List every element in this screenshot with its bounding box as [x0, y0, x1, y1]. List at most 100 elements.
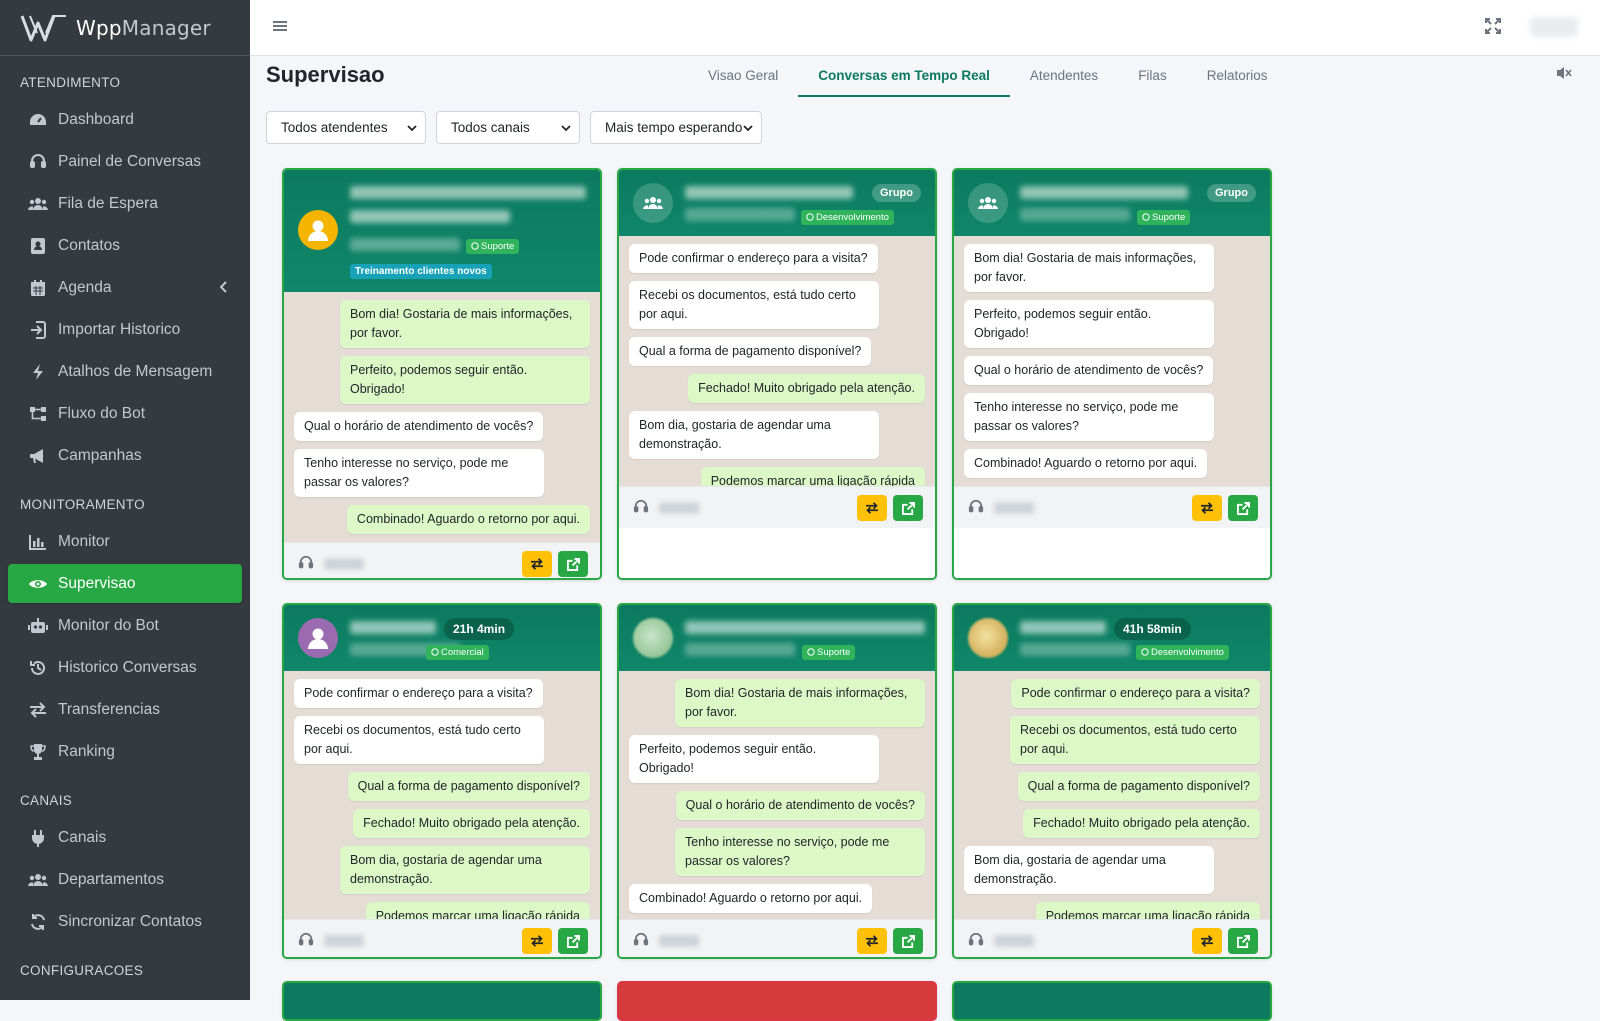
headset-icon — [298, 932, 314, 953]
tab-filas[interactable]: Filas — [1118, 60, 1187, 97]
eye-icon — [28, 574, 48, 594]
history-icon — [28, 658, 48, 678]
tab-conversas-em-tempo-real[interactable]: Conversas em Tempo Real — [798, 60, 1010, 97]
incoming-message: Recebi os documentos, está tudo certo po… — [629, 281, 879, 329]
sidebar-item-monitor-do-bot[interactable]: Monitor do Bot — [8, 606, 242, 645]
agent-filter-select[interactable]: Todos atendentes — [266, 111, 426, 144]
transfer-button[interactable] — [1192, 928, 1222, 954]
sidebar-item-sincronizar-contatos[interactable]: Sincronizar Contatos — [8, 902, 242, 941]
conversation-card[interactable]: 41h 58min Desenvolvimento Pode confirmar o… — [952, 603, 1272, 959]
sidebar-item-agenda[interactable]: Agenda — [8, 268, 242, 307]
outgoing-message: Podemos marcar uma ligação rápida — [365, 902, 590, 919]
sidebar-item-dashboard[interactable]: Dashboard — [8, 100, 242, 139]
flow-icon — [28, 404, 48, 424]
conversation-card[interactable]: Suporte Bom dia! Gostaria de mais informa… — [617, 603, 937, 959]
sidebar-item-historico-conversas[interactable]: Historico Conversas — [8, 648, 242, 687]
department-badge: Suporte — [466, 239, 520, 254]
transfer-button[interactable] — [857, 495, 887, 521]
brand[interactable]: WppManager — [0, 0, 250, 56]
exchange-icon — [866, 502, 878, 514]
incoming-message: Qual o horário de atendimento de vocês? — [964, 356, 1214, 385]
open-conversation-button[interactable] — [1228, 928, 1258, 954]
sidebar-item-label: Painel de Conversas — [58, 152, 202, 170]
fullscreen-icon[interactable] — [1485, 18, 1501, 39]
department-label: Suporte — [481, 241, 515, 252]
outgoing-message: Bom dia, gostaria de agendar uma demonst… — [340, 846, 590, 894]
sidebar-item-monitor[interactable]: Monitor — [8, 522, 242, 561]
tab-visao-geral[interactable]: Visao Geral — [688, 60, 798, 97]
incoming-message: Pode confirmar o endereço para a visita? — [629, 244, 878, 273]
contact-name-blurred — [350, 621, 436, 634]
sort-value: Mais tempo esperando — [605, 120, 743, 135]
megaphone-icon — [28, 446, 48, 466]
exchange-icon — [1201, 935, 1213, 947]
outgoing-message: Podemos marcar uma ligação rápida — [1035, 902, 1260, 919]
conversation-card[interactable] — [282, 981, 602, 1021]
conversation-card[interactable]: Suporte Treinamento clientes novos Bom dia… — [282, 168, 602, 580]
calendar-icon — [28, 278, 48, 298]
sidebar-item-ranking[interactable]: Ranking — [8, 732, 242, 771]
chat-messages: Bom dia! Gostaria de mais informações, p… — [619, 671, 935, 919]
channel-filter-select[interactable]: Todos canais — [436, 111, 580, 144]
outgoing-message: Podemos marcar uma ligação rápida — [700, 467, 925, 486]
whatsapp-icon — [471, 242, 479, 250]
department-label: Suporte — [1152, 212, 1186, 223]
conversation-card[interactable] — [952, 981, 1272, 1021]
sidebar-item-contatos[interactable]: Contatos — [8, 226, 242, 265]
agent-name-blurred — [994, 502, 1034, 514]
transfer-button[interactable] — [522, 551, 552, 577]
outgoing-message: Qual a forma de pagamento disponível? — [1017, 772, 1260, 801]
import-icon — [28, 320, 48, 340]
conversation-card[interactable] — [617, 981, 937, 1021]
sidebar-item-canais[interactable]: Canais — [8, 818, 242, 857]
open-conversation-button[interactable] — [558, 928, 588, 954]
contact-phone-blurred — [685, 208, 795, 221]
sidebar-item-transferencias[interactable]: Transferencias — [8, 690, 242, 729]
sidebar-item-fila-de-espera[interactable]: Fila de Espera — [8, 184, 242, 223]
sort-select[interactable]: Mais tempo esperando — [590, 111, 762, 144]
open-conversation-button[interactable] — [1228, 495, 1258, 521]
conversation-card[interactable]: Grupo Desenvolvimento Pode confirmar o end… — [617, 168, 937, 580]
open-conversation-button[interactable] — [893, 928, 923, 954]
exchange-icon — [866, 935, 878, 947]
tab-atendentes[interactable]: Atendentes — [1010, 60, 1118, 97]
menu-toggle-icon[interactable] — [272, 18, 288, 39]
contact-name-blurred — [1020, 621, 1106, 634]
user-menu[interactable] — [1530, 17, 1578, 37]
whatsapp-icon — [806, 213, 814, 221]
sidebar-item-fluxo-do-bot[interactable]: Fluxo do Bot — [8, 394, 242, 433]
sidebar-item-importar-historico[interactable]: Importar Historico — [8, 310, 242, 349]
wait-time-badge: 21h 4min — [444, 618, 515, 640]
sidebar-item-label: Dashboard — [58, 110, 134, 128]
outgoing-message: Perfeito, podemos seguir então. Obrigado… — [340, 356, 590, 404]
card-header: Grupo Desenvolvimento — [619, 170, 935, 236]
sidebar-item-label: Fluxo do Bot — [58, 404, 146, 422]
incoming-message: Bom dia, gostaria de agendar uma demonst… — [629, 411, 879, 459]
wait-time-badge: 41h 58min — [1114, 618, 1191, 640]
sidebar-item-campanhas[interactable]: Campanhas — [8, 436, 242, 475]
transfer-button[interactable] — [522, 928, 552, 954]
chevron-left-icon — [219, 280, 228, 298]
tab-relatorios[interactable]: Relatorios — [1187, 60, 1288, 97]
agent-filter-value: Todos atendentes — [281, 120, 388, 135]
brand-name-bold: Wpp — [76, 15, 122, 40]
outgoing-message: Qual a forma de pagamento disponível? — [347, 772, 590, 801]
sidebar-item-atalhos-de-mensagem[interactable]: Atalhos de Mensagem — [8, 352, 242, 391]
users-icon — [28, 870, 48, 890]
transfer-button[interactable] — [857, 928, 887, 954]
sidebar-item-label: Historico Conversas — [58, 658, 197, 676]
sidebar-item-supervisao[interactable]: Supervisao — [8, 564, 242, 603]
conversation-card[interactable]: 21h 4min Comercial Pode confirmar o endere… — [282, 603, 602, 959]
whatsapp-icon — [431, 648, 439, 656]
open-conversation-button[interactable] — [893, 495, 923, 521]
sidebar-item-painel-de-conversas[interactable]: Painel de Conversas — [8, 142, 242, 181]
tag-badge: Treinamento clientes novos — [350, 264, 492, 279]
whatsapp-icon — [807, 648, 815, 656]
open-conversation-button[interactable] — [558, 551, 588, 577]
channel-filter-value: Todos canais — [451, 120, 530, 135]
sidebar-item-departamentos[interactable]: Departamentos — [8, 860, 242, 899]
brand-logo-icon — [20, 14, 66, 41]
mute-icon[interactable] — [1556, 66, 1572, 85]
conversation-card[interactable]: Grupo Suporte Bom dia! Gostaria de mais in… — [952, 168, 1272, 580]
transfer-button[interactable] — [1192, 495, 1222, 521]
